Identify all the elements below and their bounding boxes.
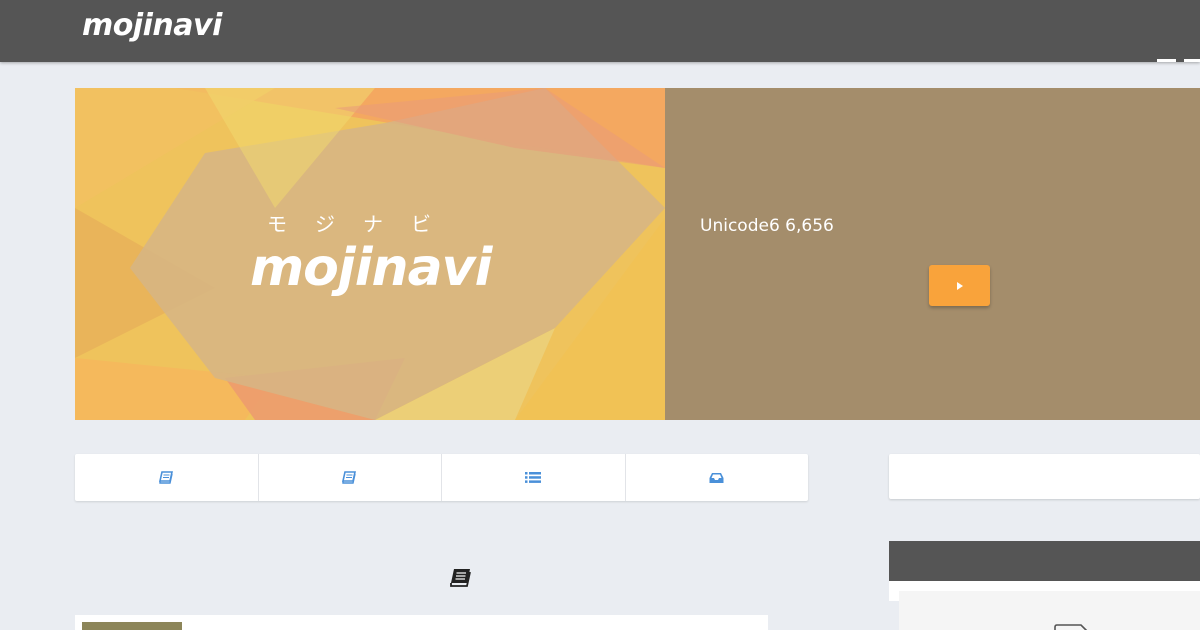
tab-book-2[interactable] xyxy=(259,454,442,501)
category-tab-bar xyxy=(75,454,808,501)
article-thumbnail[interactable] xyxy=(82,622,182,630)
hero-logo: mojinavi xyxy=(250,238,492,298)
play-triangle-icon xyxy=(956,281,963,290)
edit-icon xyxy=(1054,624,1088,630)
sidebar-search-box[interactable] xyxy=(889,454,1200,499)
sidebar-section-header xyxy=(889,541,1200,581)
sidebar-card[interactable] xyxy=(899,591,1200,630)
hero-artwork: モジナビ mojinavi xyxy=(75,88,665,420)
site-logo[interactable]: mojinavi xyxy=(82,8,222,43)
hero-description: Unicode6 6,656 xyxy=(700,216,834,236)
top-navigation-bar: mojinavi xyxy=(0,0,1200,62)
tab-book-1[interactable] xyxy=(75,454,259,501)
article-card[interactable] xyxy=(75,615,768,630)
list-icon xyxy=(525,472,542,483)
hero-banner: モジナビ mojinavi Unicode6 6,656 xyxy=(75,88,1200,420)
hero-kana-title: モジナビ xyxy=(267,212,459,236)
tab-inbox[interactable] xyxy=(626,454,809,501)
menu-marker xyxy=(1157,59,1200,62)
tab-list[interactable] xyxy=(442,454,626,501)
book-icon xyxy=(158,471,173,484)
book-icon xyxy=(450,569,471,587)
hero-info-panel: Unicode6 6,656 xyxy=(665,88,1200,420)
book-icon xyxy=(342,471,357,484)
hero-start-button[interactable] xyxy=(929,265,990,306)
inbox-icon xyxy=(709,472,724,483)
